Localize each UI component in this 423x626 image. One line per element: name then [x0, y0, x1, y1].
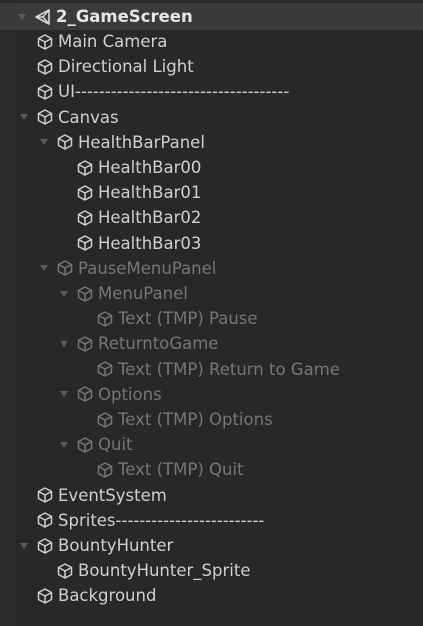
hierarchy-item-label: Quit: [98, 435, 133, 455]
hierarchy-item[interactable]: ReturntoGame: [0, 331, 423, 356]
gameobject-cube-icon: [34, 535, 56, 557]
expand-arrow-icon[interactable]: [58, 338, 70, 350]
gameobject-cube-icon: [74, 383, 96, 405]
hierarchy-item[interactable]: Text (TMP) Return to Game: [0, 357, 423, 382]
hierarchy-item-label: HealthBar01: [98, 183, 202, 203]
expand-arrow-icon[interactable]: [18, 540, 30, 552]
hierarchy-item[interactable]: HealthBar01: [0, 180, 423, 205]
gameobject-cube-icon: [74, 283, 96, 305]
gameobject-cube-icon: [74, 182, 96, 204]
gameobject-cube-icon: [94, 459, 116, 481]
hierarchy-item[interactable]: Text (TMP) Options: [0, 407, 423, 432]
hierarchy-item[interactable]: HealthBar02: [0, 205, 423, 230]
hierarchy-item[interactable]: PauseMenuPanel: [0, 256, 423, 281]
hierarchy-item[interactable]: Background: [0, 583, 423, 608]
gameobject-cube-icon: [54, 257, 76, 279]
scene-name: 2_GameScreen: [56, 7, 193, 26]
expand-arrow-icon[interactable]: [18, 111, 30, 123]
gameobject-cube-icon: [34, 81, 56, 103]
hierarchy-item-label: Options: [98, 384, 162, 404]
hierarchy-item-label: HealthBar02: [98, 208, 202, 228]
hierarchy-item-label: Main Camera: [58, 32, 168, 51]
gameobject-cube-icon: [34, 585, 56, 607]
hierarchy-item[interactable]: Directional Light: [0, 54, 423, 79]
hierarchy-item-label: UI------------------------------------: [58, 82, 290, 102]
hierarchy-item-label: Sprites-------------------------: [58, 510, 265, 530]
hierarchy-item[interactable]: Text (TMP) Quit: [0, 457, 423, 482]
expand-arrow-icon[interactable]: [58, 288, 70, 300]
hierarchy-item[interactable]: EventSystem: [0, 483, 423, 508]
hierarchy-item-label: HealthBar03: [98, 233, 202, 253]
gameobject-cube-icon: [74, 207, 96, 229]
hierarchy-item-label: BountyHunter: [58, 536, 174, 555]
gameobject-cube-icon: [74, 232, 96, 254]
hierarchy-item-label: Text (TMP) Options: [118, 410, 273, 429]
hierarchy-item[interactable]: Quit: [0, 432, 423, 457]
gameobject-cube-icon: [94, 308, 116, 330]
hierarchy-item-label: PauseMenuPanel: [78, 258, 217, 278]
hierarchy-item-label: Text (TMP) Pause: [118, 309, 258, 329]
hierarchy-panel: 2_GameScreen Main Camera Directional Ligh…: [0, 0, 423, 626]
hierarchy-item-label: ReturntoGame: [98, 334, 219, 354]
scene-row[interactable]: 2_GameScreen: [0, 3, 423, 30]
gameobject-cube-icon: [94, 409, 116, 431]
gameobject-cube-icon: [54, 131, 76, 153]
expand-arrow-icon[interactable]: [16, 11, 28, 23]
hierarchy-item[interactable]: UI------------------------------------: [0, 79, 423, 104]
hierarchy-item-label: Text (TMP) Quit: [118, 460, 244, 480]
hierarchy-item-label: Background: [58, 586, 157, 606]
hierarchy-item-label: HealthBarPanel: [78, 132, 205, 152]
expand-arrow-icon[interactable]: [58, 439, 70, 451]
hierarchy-item[interactable]: Sprites-------------------------: [0, 508, 423, 533]
expand-arrow-icon[interactable]: [58, 388, 70, 400]
gameobject-cube-icon: [34, 484, 56, 506]
hierarchy-item-label: MenuPanel: [98, 284, 188, 303]
unity-scene-icon: [32, 6, 54, 28]
gameobject-cube-icon: [54, 560, 76, 582]
expand-arrow-icon[interactable]: [38, 262, 50, 274]
gameobject-cube-icon: [74, 434, 96, 456]
gameobject-cube-icon: [74, 333, 96, 355]
gameobject-cube-icon: [34, 106, 56, 128]
hierarchy-item-label: Directional Light: [58, 57, 194, 77]
gameobject-cube-icon: [34, 509, 56, 531]
hierarchy-item[interactable]: HealthBarPanel: [0, 130, 423, 155]
hierarchy-item[interactable]: Canvas: [0, 105, 423, 130]
expand-arrow-icon[interactable]: [38, 136, 50, 148]
gameobject-cube-icon: [34, 31, 56, 53]
gameobject-cube-icon: [74, 157, 96, 179]
hierarchy-item[interactable]: HealthBar00: [0, 155, 423, 180]
gameobject-cube-icon: [34, 56, 56, 78]
hierarchy-item[interactable]: Options: [0, 382, 423, 407]
hierarchy-item-label: Text (TMP) Return to Game: [118, 359, 340, 379]
hierarchy-item[interactable]: HealthBar03: [0, 231, 423, 256]
hierarchy-item[interactable]: BountyHunter: [0, 533, 423, 558]
hierarchy-item[interactable]: MenuPanel: [0, 281, 423, 306]
hierarchy-item-label: EventSystem: [58, 485, 167, 505]
hierarchy-item[interactable]: BountyHunter_Sprite: [0, 558, 423, 583]
hierarchy-item-label: Canvas: [58, 107, 119, 127]
gameobject-cube-icon: [94, 358, 116, 380]
hierarchy-item-label: HealthBar00: [98, 158, 202, 177]
hierarchy-item-label: BountyHunter_Sprite: [78, 561, 251, 581]
hierarchy-item[interactable]: Main Camera: [0, 29, 423, 54]
hierarchy-item[interactable]: Text (TMP) Pause: [0, 306, 423, 331]
